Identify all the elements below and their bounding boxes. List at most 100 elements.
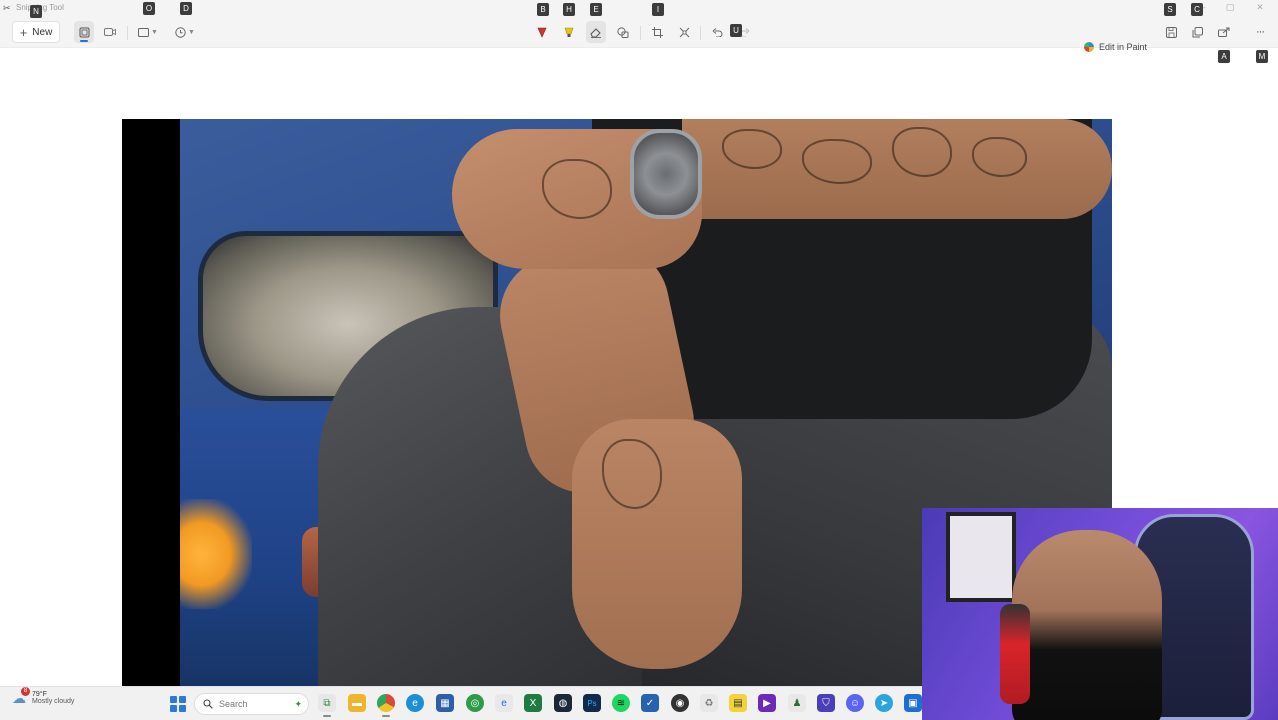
more-options-icon: ··· (1256, 26, 1265, 38)
scissors-icon: ✂ (3, 3, 11, 13)
text-actions-button[interactable] (675, 21, 693, 43)
spotify-icon[interactable]: ≋ (612, 694, 630, 712)
streamer (1012, 530, 1162, 720)
chevron-down-icon: ▼ (188, 28, 195, 36)
maximize-button[interactable]: ▢ (1223, 2, 1237, 13)
text-actions-icon (679, 27, 689, 37)
windows-logo-tile (170, 696, 177, 703)
weather-text: 79°F Mostly cloudy (32, 691, 74, 705)
internet-explorer-icon[interactable]: e (495, 694, 513, 712)
photoshop-icon[interactable]: Ps (583, 694, 601, 712)
clock-icon (175, 26, 186, 38)
crop-button[interactable] (648, 21, 666, 43)
undo-button[interactable] (708, 21, 726, 43)
weather-temperature: 79°F (32, 691, 47, 698)
new-button[interactable]: + New (12, 21, 60, 43)
search-highlight-icon: ✦ (294, 698, 302, 709)
keytip-snip-shape: O (143, 2, 155, 15)
new-button-label: New (32, 26, 53, 38)
chrome-icon[interactable] (377, 694, 395, 717)
ballpoint-pen-button[interactable] (533, 21, 551, 43)
task-view-icon[interactable]: ⧉ (318, 694, 336, 717)
plus-icon: + (19, 24, 28, 40)
keytip-save: S (1164, 3, 1176, 16)
more-options-button[interactable]: ··· (1250, 21, 1270, 43)
steam-icon[interactable]: ◍ (554, 694, 572, 712)
chevron-down-icon: ▼ (151, 28, 158, 36)
rectangle-snip-icon (138, 27, 150, 37)
wristwatch (630, 129, 702, 219)
undo-icon (712, 28, 722, 37)
keytip-share: A (1218, 50, 1230, 63)
vpn-icon[interactable]: ✓ (641, 694, 659, 712)
notification-badge: 8 (21, 687, 30, 696)
snip-mode-screenshot-button[interactable] (74, 21, 94, 43)
crop-icon (651, 26, 663, 38)
windows-logo-tile (179, 705, 186, 712)
windows-logo-tile (179, 696, 186, 703)
toolbar: + New ▼ ▼ Edit in Paint ··· (0, 16, 1278, 52)
close-button[interactable]: ✕ (1253, 2, 1267, 13)
image-black-border (122, 119, 180, 686)
microphone (1000, 604, 1030, 704)
edit-in-paint-label: Edit in Paint (1099, 42, 1148, 52)
search-placeholder: Search (219, 699, 248, 709)
orange-flare (180, 499, 252, 609)
shapes-button[interactable] (613, 21, 633, 43)
video-camera-icon (104, 28, 116, 36)
eraser-icon (590, 27, 601, 38)
keytip-copy: C (1191, 3, 1203, 16)
share-button[interactable] (1215, 21, 1233, 43)
save-button[interactable] (1162, 21, 1180, 43)
copy-button[interactable] (1188, 21, 1206, 43)
keytip-new: N (30, 5, 42, 18)
snip-mode-record-button[interactable] (100, 21, 120, 43)
wall-poster (946, 512, 1016, 602)
share-icon (1218, 27, 1230, 37)
screenshot-mode-icon (79, 27, 89, 37)
taskbar-search-box[interactable]: Search ✦ (194, 693, 309, 715)
snipping-tool-window: ✂ Snipping Tool – ▢ ✕ + New ▼ ▼ (0, 0, 1278, 720)
snip-shape-dropdown[interactable]: ▼ (136, 21, 160, 43)
file-explorer-icon[interactable]: ▬ (348, 694, 366, 712)
toolbar-separator (640, 26, 641, 40)
copy-icon (1192, 26, 1203, 37)
premiere-icon[interactable]: ▶ (758, 694, 776, 712)
eraser-button[interactable] (586, 21, 606, 43)
toolbar-separator (700, 26, 701, 40)
keytip-ruler: I (652, 3, 664, 16)
shapes-icon (617, 26, 629, 38)
webcam-overlay (922, 508, 1278, 720)
excel-icon[interactable]: X (524, 694, 542, 712)
keytip-delay: D (180, 2, 192, 15)
shield-icon[interactable]: ⛉ (817, 694, 835, 712)
app-icon[interactable]: ▣ (904, 694, 922, 712)
recycle-bin-icon[interactable]: ♻ (700, 694, 718, 712)
keytip-more: M (1256, 50, 1268, 63)
store-icon[interactable]: ▦ (436, 694, 454, 712)
keytip-undo: U (730, 24, 742, 37)
save-icon (1165, 26, 1177, 38)
highlighter-icon (564, 27, 574, 37)
weather-widget[interactable]: ☁ 8 79°F Mostly cloudy (12, 687, 74, 705)
keytip-ballpoint: B (537, 3, 549, 16)
character-app-icon[interactable]: ♟ (788, 694, 806, 712)
xbox-icon[interactable]: ◎ (466, 694, 484, 712)
start-button[interactable] (170, 696, 186, 712)
discord-icon[interactable]: ☺ (846, 694, 864, 712)
taskbar: ☁ 8 79°F Mostly cloudy Search ✦ ⧉ ▬ e ▦ ◎… (0, 686, 922, 720)
search-icon (203, 699, 213, 709)
toolbar-separator (127, 26, 128, 40)
keytip-eraser: E (590, 3, 602, 16)
obs-icon[interactable]: ◉ (671, 694, 689, 712)
sticky-notes-icon[interactable]: ▤ (729, 694, 747, 712)
cloud-icon: ☁ 8 (12, 687, 30, 705)
windows-logo-tile (170, 705, 177, 712)
telegram-icon[interactable]: ➤ (875, 694, 893, 712)
delay-dropdown[interactable]: ▼ (172, 21, 198, 43)
edit-in-paint-button[interactable]: Edit in Paint (1084, 37, 1147, 57)
ballpoint-pen-icon (537, 27, 547, 38)
weather-description: Mostly cloudy (32, 698, 75, 705)
highlighter-button[interactable] (560, 21, 578, 43)
edge-icon[interactable]: e (406, 694, 424, 712)
